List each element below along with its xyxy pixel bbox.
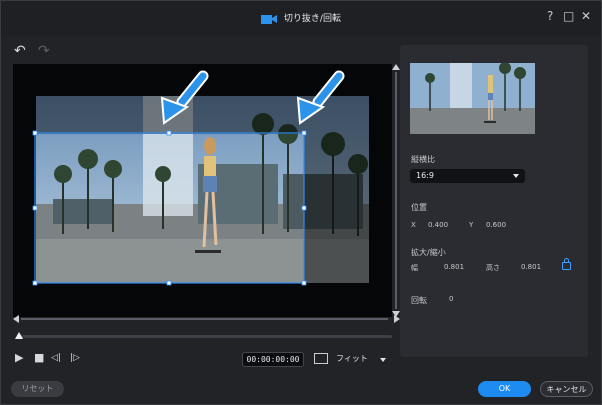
lock-icon[interactable] [562,258,571,270]
preview-thumbnail [410,63,535,134]
zoom-fit-select[interactable]: フィット [336,352,388,366]
fit-label: フィット [336,354,368,363]
redo-icon[interactable]: ↷ [38,43,50,59]
dialog-footer: リセット OK キャンセル [1,369,601,404]
vertical-scrollbar[interactable] [392,64,400,317]
stop-button[interactable]: ■ [34,352,44,364]
timeline-track[interactable] [18,335,392,338]
horizontal-scrollbar[interactable] [13,315,400,323]
dialog-title: 切り抜き/回転 [283,14,341,24]
width-value[interactable]: 0.801 [444,263,464,271]
height-label: 高さ [486,264,500,272]
crop-rotate-dialog: 切り抜き/回転 ? □ ✕ ↶ ↷ ▶ ■ ◁| |▷ 00:00:00:00 … [0,0,602,405]
x-value[interactable]: 0.400 [428,221,448,229]
width-label: 幅 [411,264,418,272]
y-label: Y [469,221,474,229]
close-icon[interactable]: ✕ [581,10,591,22]
title-wrap: 切り抜き/回転 [1,11,601,25]
undo-icon[interactable]: ↶ [14,43,26,59]
next-frame-button[interactable]: |▷ [70,352,80,364]
scale-label: 拡大/縮小 [411,248,446,257]
maximize-icon[interactable]: □ [563,10,574,22]
prev-frame-button[interactable]: ◁| [51,352,61,364]
position-label: 位置 [411,203,427,212]
chevron-down-icon [380,358,386,362]
scroll-up-icon[interactable] [392,64,400,70]
timeline-slider[interactable] [15,332,392,339]
y-value[interactable]: 0.600 [486,221,506,229]
settings-panel: 縦横比 16:9 位置 X 0.400 Y 0.600 拡大/縮小 幅 0.80… [400,45,588,357]
playhead-icon[interactable] [15,332,23,339]
scroll-track[interactable] [395,72,397,309]
crop-tool-icon [261,14,278,24]
screen-ratio-icon[interactable] [314,353,328,364]
crop-canvas[interactable] [13,64,392,317]
thumbnail-image [410,63,535,134]
rotate-value[interactable]: 0 [449,295,453,303]
play-button[interactable]: ▶ [15,352,23,364]
reset-button[interactable]: リセット [11,381,64,397]
scroll-track[interactable] [21,318,388,320]
cancel-button[interactable]: キャンセル [540,381,593,397]
height-value[interactable]: 0.801 [521,263,541,271]
x-label: X [411,221,416,229]
aspect-ratio-label: 縦横比 [411,155,435,164]
aspect-ratio-select[interactable]: 16:9 [410,169,525,183]
help-icon[interactable]: ? [547,10,553,22]
ok-button[interactable]: OK [478,381,531,397]
aspect-ratio-value: 16:9 [416,171,434,180]
title-bar: 切り抜き/回転 ? □ ✕ [1,1,601,35]
rotate-label: 回転 [411,296,427,305]
video-preview[interactable] [13,64,392,317]
timecode-display: 00:00:00:00 [242,352,304,367]
scroll-left-icon[interactable] [13,315,19,323]
chevron-down-icon [513,174,519,178]
